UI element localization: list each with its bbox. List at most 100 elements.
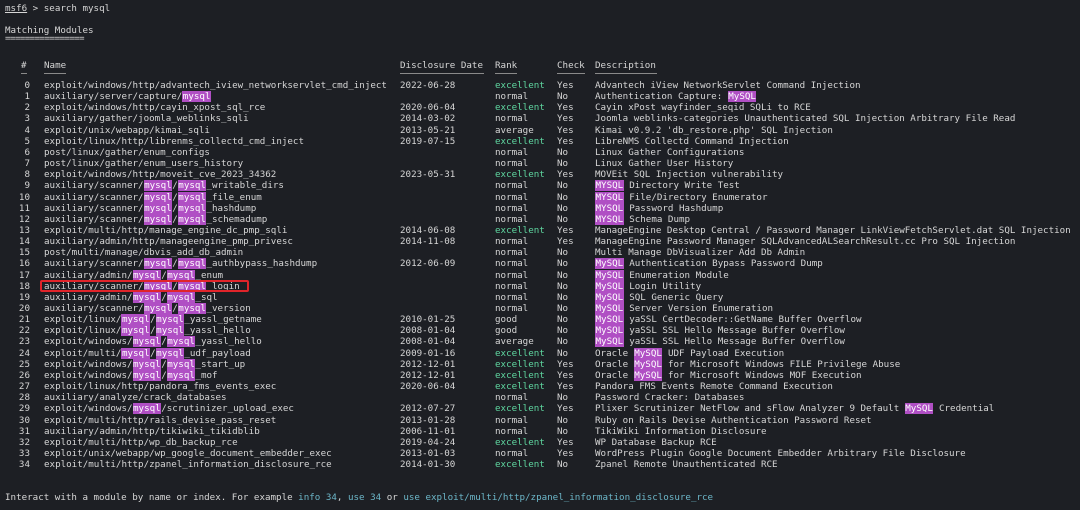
table-row[interactable]: 10 auxiliary/scanner/mysql/mysql_file_enu… xyxy=(0,191,1080,203)
table-row[interactable]: 7 post/linux/gather/enum_users_history nor… xyxy=(0,158,1080,169)
row-disclosure-date: 2019-07-15 xyxy=(400,135,456,147)
row-check: Yes xyxy=(557,113,574,125)
row-check: Yes xyxy=(557,102,574,114)
table-row[interactable]: 20 auxiliary/scanner/mysql/mysql_version n… xyxy=(0,303,1080,314)
row-rank: excellent xyxy=(495,369,545,381)
row-index: 15 xyxy=(18,247,30,259)
table-row[interactable]: 2 exploit/windows/http/cayin_xpost_sql_rc… xyxy=(0,102,1080,113)
row-rank: normal xyxy=(495,191,529,203)
search-match-highlight: mysql xyxy=(132,336,162,348)
row-disclosure-date: 2012-12-01 xyxy=(400,369,456,381)
row-disclosure-date: 2013-05-21 xyxy=(400,124,456,136)
row-disclosure-date: 2014-11-08 xyxy=(400,236,456,248)
search-match-highlight: mysql xyxy=(143,213,173,225)
table-row[interactable]: 22 exploit/linux/mysql/mysql_yassl_hello 2… xyxy=(0,325,1080,337)
table-row[interactable]: 11 auxiliary/scanner/mysql/mysql_hashdump… xyxy=(0,202,1080,214)
search-match-highlight: MySQL xyxy=(595,258,624,270)
table-row[interactable]: 15 post/multi/manage/dbvis_add_db_admin no… xyxy=(0,247,1080,258)
row-index: 13 xyxy=(18,224,30,236)
row-check: No xyxy=(557,336,569,348)
table-row[interactable]: 28 auxiliary/analyze/crack_databases norma… xyxy=(0,392,1080,403)
table-row[interactable]: 21 exploit/linux/mysql/mysql_yassl_getnam… xyxy=(0,314,1080,326)
row-description: Password Cracker: Databases xyxy=(595,392,745,404)
table-row[interactable]: 27 exploit/linux/http/pandora_fms_events_… xyxy=(0,381,1080,392)
table-row[interactable]: 14 auxiliary/admin/http/manageengine_pmp_… xyxy=(0,236,1080,247)
row-check: Yes xyxy=(557,236,574,248)
table-row[interactable]: 5 exploit/linux/http/librenms_collectd_cm… xyxy=(0,136,1080,147)
row-index: 28 xyxy=(18,392,30,404)
search-match-highlight: mysql xyxy=(166,336,196,348)
table-row[interactable]: 31 auxiliary/admin/http/tikiwiki_tikidbli… xyxy=(0,426,1080,437)
row-module-name: exploit/multi/mysql/mysql_udf_payload xyxy=(44,347,251,359)
table-row[interactable]: 6 post/linux/gather/enum_configs normal No L… xyxy=(0,147,1080,158)
row-module-name: auxiliary/server/capture/mysql xyxy=(44,91,211,103)
table-row[interactable]: 25 exploit/windows/mysql/mysql_start_up 20… xyxy=(0,358,1080,370)
table-row[interactable]: 23 exploit/windows/mysql/mysql_yassl_hell… xyxy=(0,336,1080,348)
row-module-name: auxiliary/admin/mysql/mysql_sql xyxy=(44,291,218,303)
table-row[interactable]: 12 auxiliary/scanner/mysql/mysql_schemadu… xyxy=(0,213,1080,225)
row-module-name: post/multi/manage/dbvis_add_db_admin xyxy=(44,247,244,259)
row-description: Oracle MySQL for Microsoft Windows FILE … xyxy=(595,358,901,370)
table-row[interactable]: 24 exploit/multi/mysql/mysql_udf_payload 2… xyxy=(0,347,1080,359)
row-rank: excellent xyxy=(495,135,545,147)
row-index: 8 xyxy=(24,169,30,181)
search-match-highlight: mysql xyxy=(177,213,207,225)
row-description: MySQL yaSSL CertDecoder::GetName Buffer … xyxy=(595,314,862,326)
row-description: MySQL Enumeration Module xyxy=(595,269,729,281)
row-description: Oracle MySQL for Microsoft Windows MOF E… xyxy=(595,369,862,381)
row-description: MYSQL Password Hashdump xyxy=(595,202,724,214)
row-check: No xyxy=(557,180,569,192)
row-module-name: exploit/linux/http/librenms_collectd_cmd… xyxy=(44,135,304,147)
row-disclosure-date: 2006-11-01 xyxy=(400,425,456,437)
row-check: Yes xyxy=(557,358,574,370)
col-header-name: Name xyxy=(44,60,67,71)
row-module-name: exploit/windows/http/advantech_iview_net… xyxy=(44,80,387,91)
row-description: MOVEit SQL Injection vulnerability xyxy=(595,169,784,181)
table-row[interactable]: 3 auxiliary/gather/joomla_weblinks_sqli 20… xyxy=(0,113,1080,124)
row-index: 30 xyxy=(18,414,30,426)
row-check: No xyxy=(557,247,569,259)
table-row[interactable]: 9 auxiliary/scanner/mysql/mysql_writable_… xyxy=(0,180,1080,192)
row-description: MySQL Login Utility xyxy=(595,280,702,292)
table-row[interactable]: 13 exploit/multi/http/manage_engine_dc_pm… xyxy=(0,225,1080,236)
row-index: 23 xyxy=(18,336,30,348)
row-rank: normal xyxy=(495,180,529,192)
table-row[interactable]: 34 exploit/multi/http/zpanel_information_… xyxy=(0,459,1080,470)
table-row[interactable]: 17 auxiliary/admin/mysql/mysql_enum normal… xyxy=(0,269,1080,281)
footer-example-info[interactable]: info 34 xyxy=(298,492,337,503)
row-module-name: exploit/unix/webapp/wp_google_document_e… xyxy=(44,447,332,459)
row-rank: normal xyxy=(495,146,529,158)
row-index: 2 xyxy=(24,102,30,114)
table-row[interactable]: 1 auxiliary/server/capture/mysql normal No A… xyxy=(0,91,1080,103)
row-check: No xyxy=(557,202,569,214)
row-description: Plixer Scrutinizer NetFlow and sFlow Ana… xyxy=(595,403,995,415)
header-rule-rank xyxy=(495,73,517,74)
search-match-highlight: mysql xyxy=(143,258,173,270)
row-check: Yes xyxy=(557,436,574,448)
row-check: No xyxy=(557,325,569,337)
table-row[interactable]: 16 auxiliary/scanner/mysql/mysql_authbypa… xyxy=(0,258,1080,270)
row-rank: excellent xyxy=(495,459,545,471)
row-module-name: exploit/windows/mysql/mysql_mof xyxy=(44,369,218,381)
table-row[interactable]: 19 auxiliary/admin/mysql/mysql_sql normal N… xyxy=(0,291,1080,303)
table-row[interactable]: 30 exploit/multi/http/rails_devise_pass_r… xyxy=(0,415,1080,426)
row-index: 7 xyxy=(24,158,30,170)
table-row[interactable]: 29 exploit/windows/mysql/scrutinizer_uplo… xyxy=(0,403,1080,415)
row-module-name: post/linux/gather/enum_configs xyxy=(44,146,210,158)
table-row[interactable]: 8 exploit/windows/http/moveit_cve_2023_34… xyxy=(0,169,1080,180)
footer-example-use-name[interactable]: use exploit/multi/http/zpanel_informatio… xyxy=(403,492,713,503)
row-module-name: auxiliary/scanner/mysql/mysql_hashdump xyxy=(44,202,257,214)
table-row[interactable]: 32 exploit/multi/http/wp_db_backup_rce 201… xyxy=(0,437,1080,448)
row-index: 3 xyxy=(24,113,30,125)
table-row[interactable]: 26 exploit/windows/mysql/mysql_mof 2012-12… xyxy=(0,369,1080,381)
header-rule-date xyxy=(400,73,484,74)
row-check: No xyxy=(557,191,569,203)
search-match-highlight: mysql xyxy=(121,325,151,337)
row-module-name: post/linux/gather/enum_users_history xyxy=(44,158,244,170)
footer-example-use-index[interactable]: use 34 xyxy=(348,492,381,503)
row-rank: excellent xyxy=(495,436,545,448)
table-row[interactable]: 33 exploit/unix/webapp/wp_google_document… xyxy=(0,448,1080,459)
row-module-name: auxiliary/scanner/mysql/mysql_schemadump xyxy=(44,213,268,225)
table-row[interactable]: 0 exploit/windows/http/advantech_iview_ne… xyxy=(0,80,1080,91)
table-row[interactable]: 4 exploit/unix/webapp/kimai_sqli 2013-05-2… xyxy=(0,125,1080,136)
